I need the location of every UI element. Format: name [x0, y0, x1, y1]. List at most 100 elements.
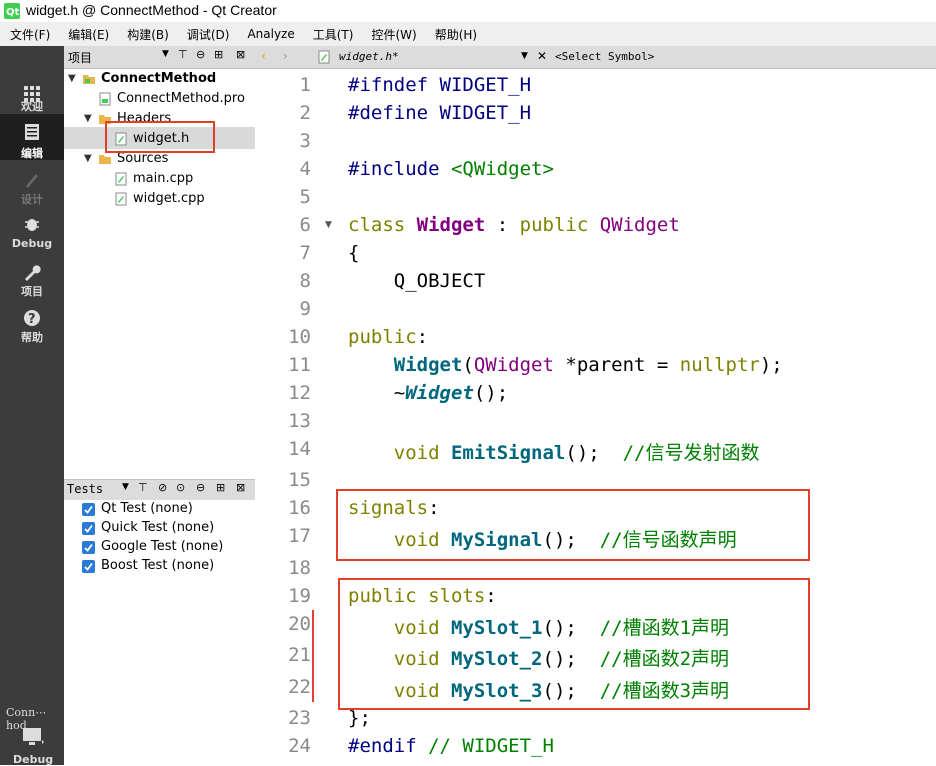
- svg-text:?: ?: [28, 312, 36, 327]
- code-line: #ifndef WIDGET_H: [348, 74, 532, 96]
- line-number: 4: [299, 158, 311, 180]
- chevron-down-icon[interactable]: ▼: [521, 51, 528, 61]
- tests-list: Qt Test (none) Quick Test (none) Google …: [64, 500, 255, 765]
- highlight-box-widget-h: [105, 121, 215, 153]
- code-line: #include <QWidget>: [348, 158, 554, 180]
- project-folder-icon: [83, 75, 95, 84]
- svg-text:Qt: Qt: [6, 7, 20, 18]
- code-line: ~Widget();: [393, 382, 509, 404]
- code-line: void EmitSignal(); //信号发射函数: [393, 442, 760, 464]
- checkbox-checked[interactable]: [82, 541, 95, 554]
- split-icon[interactable]: ⊞: [214, 48, 223, 61]
- close-pane-icon[interactable]: ⊠: [236, 481, 245, 494]
- code-line: #define WIDGET_H: [348, 102, 532, 124]
- line-number: 15: [288, 469, 311, 491]
- code-line: };: [348, 707, 371, 729]
- checkbox-checked[interactable]: [82, 560, 95, 573]
- kit-selector[interactable]: Conn⋯hod Debug: [0, 703, 64, 766]
- line-number: 8: [299, 270, 311, 292]
- navigate-forward-icon[interactable]: ›: [283, 49, 288, 63]
- line-number: 16: [288, 497, 311, 519]
- expand-arrow-icon[interactable]: ▼: [84, 109, 92, 129]
- project-pane-header: 项目 ▼ ⊤ ⊖ ⊞ ⊠: [64, 46, 255, 69]
- line-number: 23: [288, 707, 311, 729]
- symbol-selector[interactable]: <Select Symbol>: [555, 50, 654, 63]
- line-number: 12: [288, 382, 311, 404]
- expand-icon[interactable]: ⊙: [176, 481, 185, 494]
- chevron-down-icon[interactable]: ▼: [122, 482, 129, 492]
- mode-edit[interactable]: 编辑: [0, 114, 64, 160]
- project-pane-label[interactable]: 项目: [68, 49, 92, 66]
- line-number: 14: [288, 438, 311, 460]
- highlight-box-slots: [338, 578, 810, 710]
- test-item[interactable]: Boost Test (none): [64, 557, 255, 576]
- window-title: widget.h @ ConnectMethod - Qt Creator: [26, 2, 277, 18]
- mode-design[interactable]: 设计: [0, 162, 64, 208]
- line-number: 20: [288, 613, 311, 635]
- line-number: 24: [288, 735, 311, 757]
- chevron-down-icon[interactable]: ▼: [162, 49, 169, 59]
- menu-help[interactable]: 帮助(H): [425, 26, 485, 43]
- test-item[interactable]: Google Test (none): [64, 538, 255, 557]
- menu-debug[interactable]: 调试(D): [177, 26, 238, 43]
- collapse-icon[interactable]: ⊖: [196, 481, 205, 494]
- line-number: 13: [288, 410, 311, 432]
- line-number: 19: [288, 585, 311, 607]
- line-number: 7: [299, 242, 311, 264]
- mode-debug[interactable]: Debug: [0, 206, 64, 252]
- line-number: 1: [299, 74, 311, 96]
- line-number: 10: [288, 326, 311, 348]
- line-number: 18: [288, 557, 311, 579]
- line-number: 11: [288, 354, 311, 376]
- folder-icon: [99, 155, 111, 164]
- source-file-icon: [115, 192, 127, 206]
- menu-analyze[interactable]: Analyze: [237, 27, 302, 41]
- line-number: 21: [288, 644, 311, 666]
- code-line: public:: [348, 326, 429, 348]
- line-number: 9: [299, 298, 311, 320]
- navigate-back-icon[interactable]: ‹: [261, 49, 266, 63]
- line-number: 22: [288, 676, 311, 698]
- link-icon[interactable]: ⊖: [196, 48, 205, 61]
- edit-document-icon: [25, 124, 39, 140]
- qt-creator-app-icon: Qt: [4, 3, 20, 19]
- checkbox-checked[interactable]: [82, 503, 95, 516]
- close-file-icon[interactable]: ✕: [537, 49, 547, 63]
- menu-widgets[interactable]: 控件(W): [361, 26, 424, 43]
- code-line: Widget(QWidget *parent = nullptr);: [393, 354, 783, 376]
- pro-file-icon: [99, 92, 111, 106]
- line-number: 5: [299, 186, 311, 208]
- code-line: #endif // WIDGET_H: [348, 735, 554, 757]
- menu-edit[interactable]: 编辑(E): [58, 26, 117, 43]
- menu-bar: 文件(F) 编辑(E) 构建(B) 调试(D) Analyze 工具(T) 控件…: [0, 22, 936, 46]
- mode-help[interactable]: ? 帮助: [0, 300, 64, 346]
- line-number: 3: [299, 130, 311, 152]
- line-number: 6: [299, 214, 311, 236]
- kit-build-mode: Debug: [13, 753, 54, 766]
- filter-icon[interactable]: ⊤: [178, 48, 188, 61]
- editor-toolbar: ‹ › widget.h* ▼ ✕ <Select Symbol>: [255, 46, 936, 69]
- mode-projects[interactable]: 项目: [0, 254, 64, 300]
- menu-file[interactable]: 文件(F): [0, 26, 58, 43]
- filter-icon[interactable]: ⊤: [138, 481, 148, 494]
- test-item[interactable]: Qt Test (none): [64, 500, 255, 519]
- run-icon[interactable]: ⊘: [158, 481, 167, 494]
- close-pane-icon[interactable]: ⊠: [236, 48, 245, 61]
- source-file-icon: [115, 172, 127, 186]
- menu-build[interactable]: 构建(B): [117, 26, 177, 43]
- line-number: 2: [299, 102, 311, 124]
- title-bar: Qt widget.h @ ConnectMethod - Qt Creator: [0, 0, 936, 22]
- checkbox-checked[interactable]: [82, 522, 95, 535]
- line-number: 17: [288, 525, 311, 547]
- split-icon[interactable]: ⊞: [216, 481, 225, 494]
- tests-pane-label[interactable]: Tests: [67, 482, 103, 496]
- expand-arrow-icon[interactable]: ▼: [68, 69, 76, 89]
- menu-tools[interactable]: 工具(T): [303, 26, 362, 43]
- modified-line-marker: [312, 610, 314, 702]
- open-file-dropdown[interactable]: widget.h*: [339, 50, 399, 63]
- test-item[interactable]: Quick Test (none): [64, 519, 255, 538]
- tests-pane-header: Tests ▼ ⊤ ⊘ ⊙ ⊖ ⊞ ⊠: [64, 479, 255, 501]
- expand-arrow-icon[interactable]: ▼: [84, 149, 92, 169]
- highlight-box-signals: [336, 489, 810, 561]
- fold-arrow-icon[interactable]: ▼: [325, 220, 332, 230]
